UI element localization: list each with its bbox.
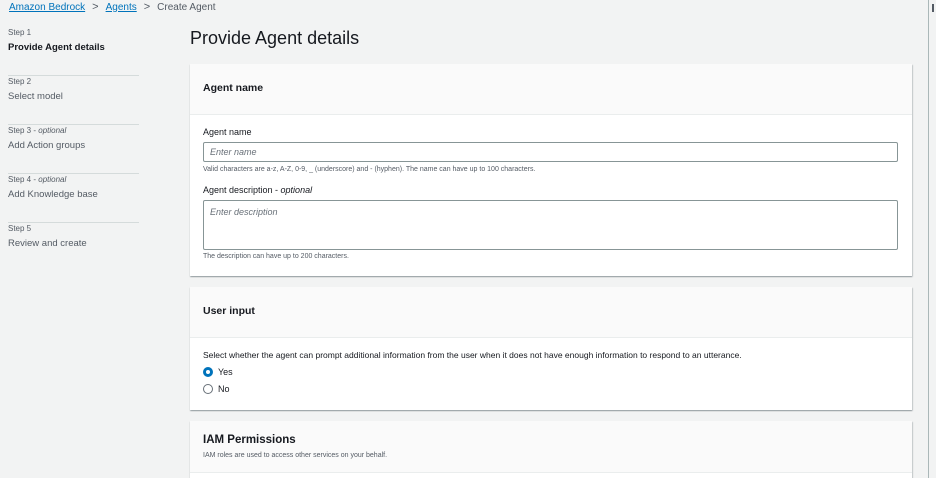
radio-option-yes[interactable]: Yes [203, 367, 233, 377]
step-number: Step 1 [8, 27, 139, 38]
panel-title: IAM Permissions [203, 434, 296, 446]
agent-name-panel: Agent name Agent name Valid characters a… [190, 64, 912, 301]
radio-label: Yes [218, 367, 233, 377]
radio-button-checked[interactable] [203, 367, 213, 377]
step-number-text: Step 5 [8, 224, 32, 233]
wizard-step-2[interactable]: Step 2 Select model [8, 76, 139, 125]
breadcrumb-current: Create Agent [157, 1, 216, 13]
step-number: Step 5 [8, 223, 139, 234]
agent-description-hint: The description can have up to 200 chara… [203, 253, 349, 260]
scrollbar-handle[interactable] [932, 4, 934, 12]
wizard-step-5[interactable]: Step 5 Review and create [8, 223, 139, 272]
agent-name-input[interactable] [203, 142, 898, 162]
step-optional-tag: optional [38, 175, 67, 184]
step-title: Provide Agent details [8, 42, 105, 53]
step-number-text: Step 2 [8, 77, 32, 86]
step-number: Step 2 [8, 76, 139, 87]
agent-description-textarea[interactable] [203, 200, 898, 250]
step-number: Step 3 - optional [8, 125, 139, 136]
agent-description-label-text: Agent description - [203, 185, 281, 195]
optional-tag: optional [280, 185, 313, 195]
breadcrumb-chevron-icon: > [143, 1, 151, 13]
panel-header: Agent name [190, 64, 912, 115]
breadcrumb-link-amazon-bedrock[interactable]: Amazon Bedrock [9, 2, 85, 13]
step-title: Add Knowledge base [8, 189, 98, 200]
panel-header: IAM Permissions IAM roles are used to ac… [190, 421, 912, 473]
user-input-panel: User input Select whether the agent can … [190, 287, 912, 410]
radio-button[interactable] [203, 384, 213, 394]
wizard-step-1[interactable]: Step 1 Provide Agent details [8, 27, 139, 76]
step-title: Add Action groups [8, 140, 86, 151]
panel-subtitle: IAM roles are used to access other servi… [203, 452, 388, 459]
page-title: Provide Agent details [190, 28, 360, 48]
step-number-text: Step 3 - [8, 126, 39, 135]
step-number: Step 4 - optional [8, 174, 139, 185]
user-input-description: Select whether the agent can prompt addi… [203, 350, 742, 360]
step-number-text: Step 1 [8, 28, 32, 37]
step-title: Review and create [8, 238, 87, 249]
wizard-step-3[interactable]: Step 3 - optional Add Action groups [8, 125, 139, 174]
panel-header: User input [190, 287, 912, 338]
agent-description-label: Agent description - optional [203, 185, 312, 195]
radio-label: No [218, 384, 230, 394]
wizard-steps-sidebar: Step 1 Provide Agent details Step 2 Sele… [8, 27, 139, 272]
step-optional-tag: optional [38, 126, 67, 135]
breadcrumb: Amazon Bedrock > Agents > Create Agent [9, 0, 216, 14]
window-edge-divider [928, 0, 929, 478]
agent-name-hint: Valid characters are a-z, A-Z, 0-9, _ (u… [203, 166, 536, 173]
iam-permissions-panel: IAM Permissions IAM roles are used to ac… [190, 421, 912, 478]
breadcrumb-chevron-icon: > [92, 1, 99, 13]
step-title: Select model [8, 91, 63, 102]
agent-name-label: Agent name [203, 127, 252, 137]
radio-option-no[interactable]: No [203, 384, 230, 394]
panel-title: Agent name [203, 82, 264, 94]
wizard-step-4[interactable]: Step 4 - optional Add Knowledge base [8, 174, 139, 223]
breadcrumb-link-agents[interactable]: Agents [106, 2, 137, 13]
step-number-text: Step 4 - [8, 175, 39, 184]
panel-title: User input [203, 305, 255, 317]
